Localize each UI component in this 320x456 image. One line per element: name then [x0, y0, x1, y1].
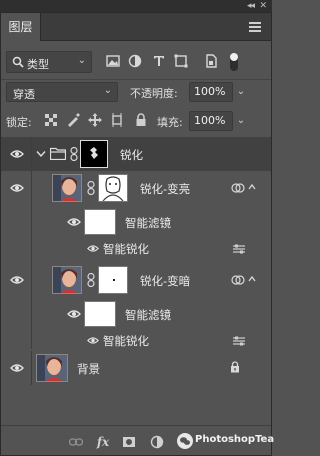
mask-sketch	[102, 176, 124, 201]
link-chain-icon[interactable]	[87, 181, 95, 195]
smart-filter-mask-thumbnail[interactable]	[84, 301, 116, 327]
filter-kind-label: 类型	[27, 58, 49, 71]
layers-bottom-toolbar: fx PhotoshopTea	[1, 425, 275, 455]
fill-label: 填充:	[157, 116, 183, 129]
layer-row-smart-filter-header[interactable]: 智能滤镜	[1, 205, 271, 239]
group-mask-thumbnail[interactable]	[80, 140, 108, 168]
lock-label: 锁定:	[6, 116, 32, 129]
lock-all-icon[interactable]	[134, 113, 148, 127]
blend-mode-value: 穿透	[13, 88, 35, 101]
eye-icon[interactable]	[10, 363, 24, 373]
layers-panel: 图层 类型 ⌄ 穿透 ⌄ 不透明度: 100% ⌄ 锁定: 填充: 100% ⌄…	[0, 12, 275, 456]
folder-icon	[50, 147, 66, 160]
shape-filter-icon[interactable]	[174, 54, 188, 68]
fx-icon[interactable]: fx	[96, 435, 110, 449]
layer-mask-thumbnail[interactable]	[98, 174, 128, 202]
link-chain-icon[interactable]	[87, 273, 95, 287]
adjustment-filter-icon[interactable]	[128, 54, 142, 68]
expand-chevron-icon[interactable]	[36, 150, 46, 158]
collapse-effects-icon[interactable]	[248, 275, 256, 283]
lock-artboard-icon[interactable]	[110, 113, 124, 127]
collapse-effects-icon[interactable]	[248, 183, 256, 191]
link-chain-icon[interactable]	[70, 147, 78, 161]
layer-row-group[interactable]: 锐化	[1, 137, 271, 171]
image-filter-icon[interactable]	[106, 54, 120, 68]
wechat-logo-icon	[177, 433, 193, 449]
lock-icon[interactable]	[230, 361, 240, 373]
tab-bar: 图层	[1, 13, 271, 41]
lock-transparent-pixels-icon[interactable]	[44, 113, 58, 127]
layer-thumbnail[interactable]	[52, 174, 82, 202]
smart-filter-label: 智能滤镜	[125, 308, 171, 322]
layer-thumbnail[interactable]	[52, 266, 82, 294]
mask-dot	[113, 279, 115, 281]
filter-name[interactable]: 智能锐化	[103, 333, 149, 349]
smart-filter-label: 智能滤镜	[125, 216, 171, 230]
eye-icon[interactable]	[10, 275, 24, 285]
filter-options-icon[interactable]	[233, 244, 245, 254]
opacity-field[interactable]: 100%	[189, 82, 233, 102]
eye-icon[interactable]	[67, 217, 81, 227]
chevron-down-icon: ⌄	[103, 85, 112, 96]
blend-row: 穿透 ⌄ 不透明度: 100% ⌄	[6, 82, 268, 104]
portrait-image	[53, 175, 81, 201]
smart-filter-mask-thumbnail[interactable]	[84, 209, 116, 235]
layer-filter-row: 类型 ⌄	[6, 51, 266, 75]
eye-icon[interactable]	[10, 183, 24, 193]
layer-mask-thumbnail[interactable]	[98, 266, 128, 294]
eye-icon[interactable]	[87, 336, 99, 345]
panel-menu-icon[interactable]	[249, 22, 261, 32]
lock-row: 锁定: 填充: 100% ⌄	[6, 111, 268, 133]
panel-top-strip: ◂◂ ✕	[0, 0, 272, 12]
layer-row-smart-object[interactable]: 锐化-变暗	[1, 257, 271, 297]
smart-filter-indicator-icon	[231, 275, 245, 285]
search-icon	[12, 56, 24, 68]
portrait-image	[53, 267, 81, 293]
add-mask-icon[interactable]	[122, 435, 136, 449]
layer-name[interactable]: 锐化-变暗	[140, 273, 190, 289]
filter-toggle[interactable]	[230, 53, 238, 71]
portrait-image	[37, 355, 67, 381]
filter-kind-select[interactable]: 类型 ⌄	[6, 51, 92, 73]
opacity-dropdown-icon[interactable]: ⌄	[234, 82, 248, 102]
layer-row-background[interactable]: 背景	[1, 351, 271, 385]
fill-dropdown-icon[interactable]: ⌄	[234, 111, 248, 131]
layer-row-smart-filter[interactable]: 智能锐化	[1, 239, 271, 257]
blend-mode-select[interactable]: 穿透 ⌄	[6, 82, 118, 102]
layer-name[interactable]: 锐化	[120, 147, 143, 163]
layer-name[interactable]: 锐化-变亮	[140, 181, 190, 197]
smart-object-filter-icon[interactable]	[204, 54, 218, 68]
fill-field[interactable]: 100%	[189, 111, 233, 131]
lock-image-pixels-icon[interactable]	[66, 113, 80, 127]
tab-layers[interactable]: 图层	[1, 13, 41, 41]
opacity-label: 不透明度:	[130, 87, 178, 100]
watermark-text: PhotoshopTea	[195, 434, 275, 445]
eye-icon[interactable]	[87, 244, 99, 253]
layer-row-smart-object[interactable]: 锐化-变亮	[1, 171, 271, 205]
mask-shape	[90, 147, 98, 159]
link-layers-icon[interactable]	[69, 435, 83, 449]
lock-position-icon[interactable]	[88, 113, 102, 127]
layer-row-smart-filter[interactable]: 智能锐化	[1, 331, 271, 349]
smart-filter-indicator-icon	[231, 183, 245, 193]
layer-row-smart-filter-header[interactable]: 智能滤镜	[1, 297, 271, 331]
filter-name[interactable]: 智能锐化	[103, 241, 149, 257]
new-adjustment-icon[interactable]	[150, 435, 164, 449]
chevron-down-icon: ⌄	[77, 55, 86, 66]
filter-options-icon[interactable]	[233, 336, 245, 346]
close-panel-icon[interactable]: ✕	[259, 0, 267, 12]
layer-name[interactable]: 背景	[77, 361, 100, 377]
collapse-panel-icon[interactable]: ◂◂	[247, 0, 255, 12]
divider	[1, 79, 271, 80]
eye-icon[interactable]	[10, 149, 24, 159]
eye-icon[interactable]	[67, 309, 81, 319]
layer-thumbnail[interactable]	[36, 354, 68, 382]
type-filter-icon[interactable]	[152, 54, 166, 68]
